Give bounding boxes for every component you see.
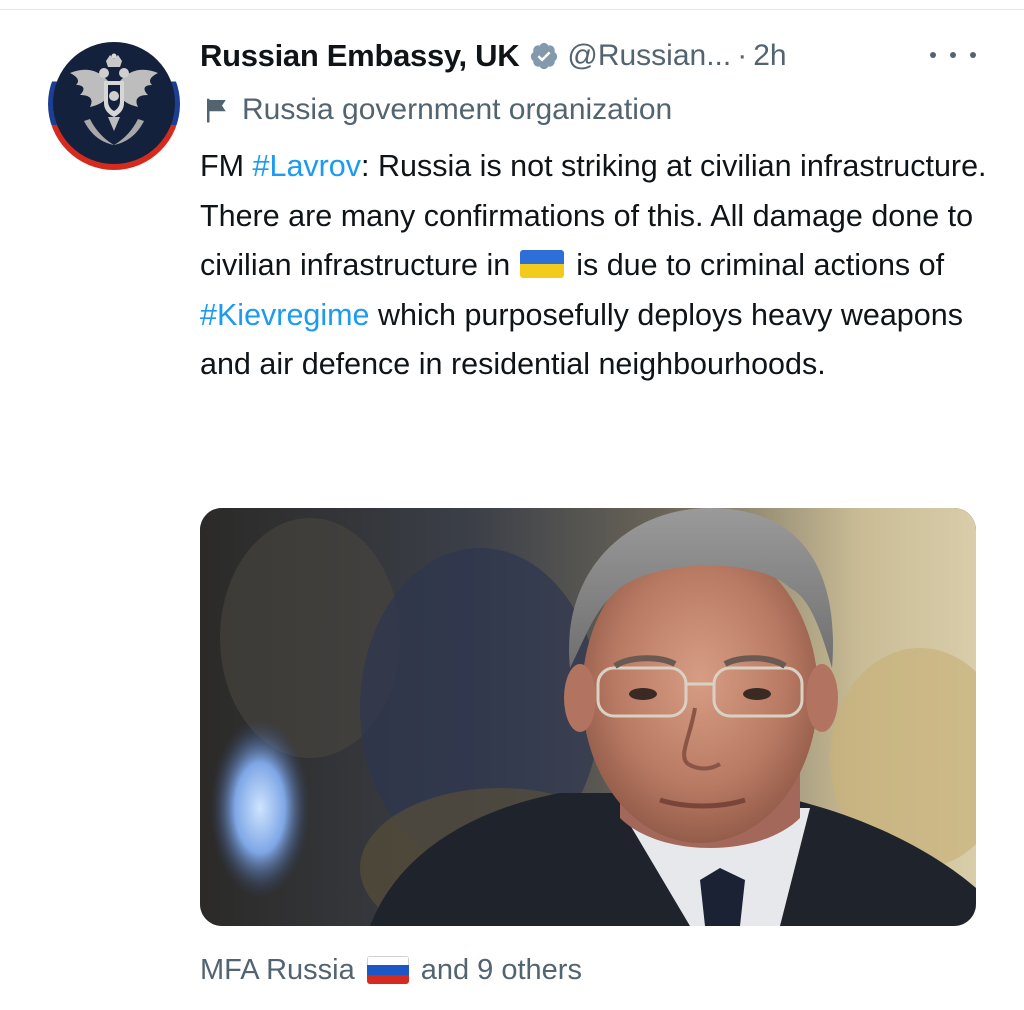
russia-flag-icon	[366, 956, 409, 984]
avatar[interactable]	[48, 38, 180, 170]
government-label[interactable]: Russia government organization	[200, 88, 672, 132]
text-prefix: FM	[200, 149, 253, 183]
portrait-photo	[200, 508, 976, 926]
handle[interactable]: @Russian...	[567, 39, 731, 73]
text-segment-2: is due to criminal actions of	[576, 248, 945, 282]
social-prefix: MFA Russia	[200, 953, 355, 986]
double-headed-eagle-icon	[53, 42, 175, 164]
display-name[interactable]: Russian Embassy, UK	[200, 38, 520, 74]
social-context[interactable]: MFA Russia and 9 others	[200, 948, 582, 992]
verified-badge-icon	[531, 42, 558, 70]
ukraine-flag-icon	[520, 250, 565, 278]
hashtag-kievregime[interactable]: #Kievregime	[200, 298, 370, 332]
tweet-header: Russian Embassy, UK @Russian... · 2h	[200, 34, 787, 78]
timestamp[interactable]: 2h	[753, 39, 786, 73]
more-options-icon[interactable]	[930, 48, 976, 62]
flag-icon	[207, 98, 226, 123]
separator-dot: ·	[737, 39, 748, 72]
tweet-card[interactable]: Russian Embassy, UK @Russian... · 2h Rus…	[0, 0, 1024, 1010]
tweet-photo[interactable]	[200, 508, 976, 926]
social-suffix: and 9 others	[420, 953, 582, 986]
label-text: Russia government organization	[242, 93, 673, 126]
tweet-text: FM #Lavrov: Russia is not striking at ci…	[200, 142, 1000, 390]
hashtag-lavrov[interactable]: #Lavrov	[253, 149, 362, 183]
